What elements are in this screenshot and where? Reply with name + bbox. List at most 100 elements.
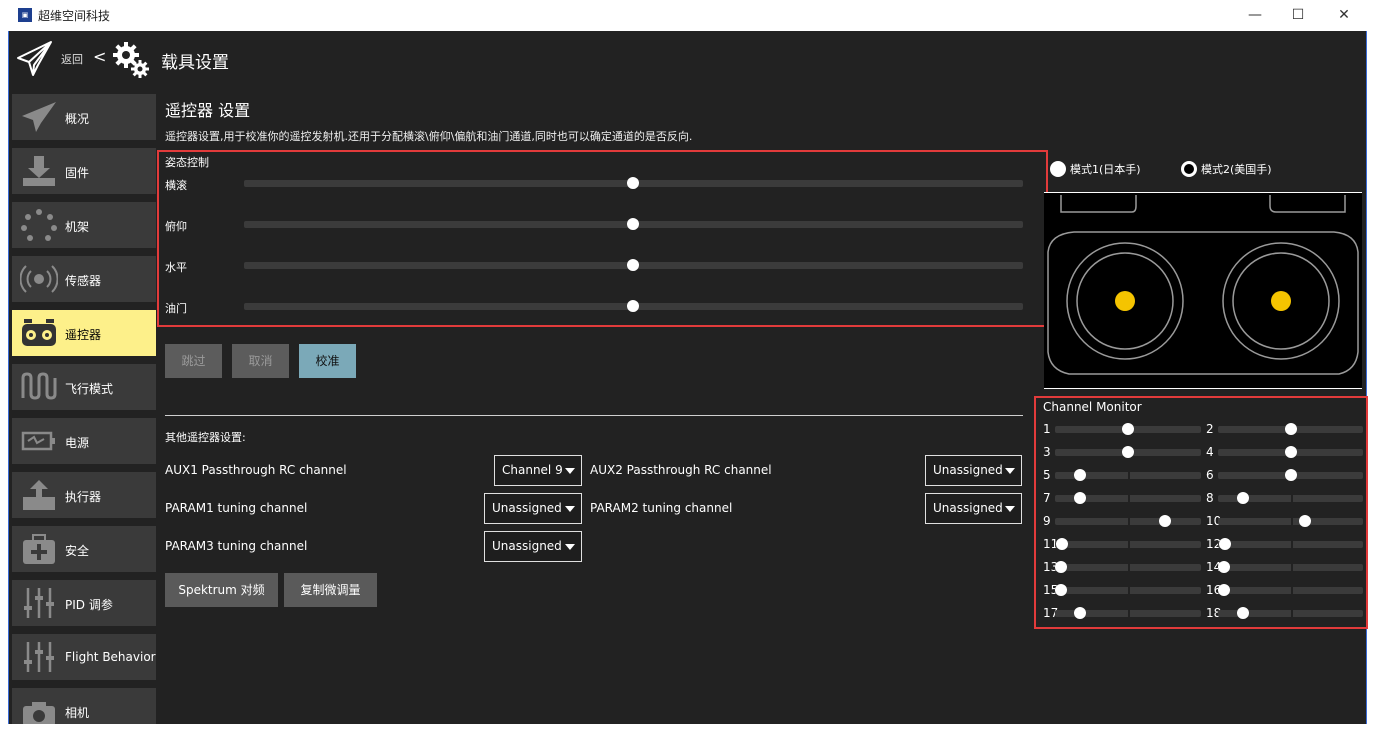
channel-number: 9 (1043, 514, 1051, 528)
chevron-down-icon (565, 506, 575, 512)
window-titlebar: ▣ 超维空间科技 — ☐ ✕ (0, 0, 1375, 31)
param2-label: PARAM2 tuning channel (590, 501, 733, 515)
channel-value-indicator (1284, 469, 1297, 481)
app-window: ▣ 超维空间科技 — ☐ ✕ 返回 < 载具设置 概况 固件 机架 传感器 遥控… (0, 0, 1375, 732)
channel-number: 3 (1043, 445, 1051, 459)
channel-number: 7 (1043, 491, 1051, 505)
sidebar-item-pid-tuning[interactable]: PID 调参 (12, 580, 156, 626)
channel-value-indicator (1217, 584, 1230, 596)
window-title: 超维空间科技 (38, 9, 111, 23)
channel-bar-center-mark (1128, 495, 1130, 502)
param3-label: PARAM3 tuning channel (165, 539, 308, 553)
roll-slider-handle[interactable] (627, 177, 639, 189)
section-divider (165, 415, 1023, 416)
close-button[interactable]: ✕ (1329, 4, 1359, 26)
sidebar-item-actuators[interactable]: 执行器 (12, 472, 156, 518)
throttle-slider-handle[interactable] (627, 300, 639, 312)
channel-bar-center-mark (1290, 541, 1293, 548)
sidebar-item-sensors[interactable]: 传感器 (12, 256, 156, 302)
mode1-label[interactable]: 模式1(日本手) (1070, 161, 1141, 177)
sidebar-item-safety[interactable]: 安全 (12, 526, 156, 572)
channel-value-indicator (1122, 446, 1134, 458)
sidebar-item-power[interactable]: 电源 (12, 418, 156, 464)
calibrate-button[interactable]: 校准 (299, 344, 356, 378)
mode1-radio[interactable] (1050, 161, 1066, 177)
param1-select-value: Unassigned (492, 501, 562, 515)
channel-number: 1 (1043, 422, 1051, 436)
channel-bar-center-mark (1128, 610, 1130, 617)
param2-select[interactable]: Unassigned (925, 493, 1022, 524)
roll-label: 横滚 (165, 179, 187, 192)
mode2-label[interactable]: 模式2(美国手) (1201, 161, 1272, 177)
mode2-radio[interactable] (1181, 161, 1197, 177)
channel-value-indicator (1236, 607, 1249, 619)
channel-value-indicator (1299, 515, 1311, 527)
gear-icon (113, 42, 149, 78)
aux1-select-value: Channel 9 (502, 463, 563, 477)
section-heading: 遥控器 设置 (165, 101, 251, 120)
param1-label: PARAM1 tuning channel (165, 501, 308, 515)
yaw-slider-handle[interactable] (627, 259, 639, 271)
throttle-label: 油门 (165, 302, 187, 315)
pitch-slider-handle[interactable] (627, 218, 639, 230)
aux1-select[interactable]: Channel 9 (494, 455, 582, 486)
sidebar-item-label: 执行器 (65, 490, 102, 504)
cancel-button[interactable]: 取消 (232, 344, 289, 378)
transmitter-image (1044, 192, 1362, 389)
sensor-icon (20, 265, 58, 293)
channel-number: 8 (1206, 491, 1214, 505)
back-plane-icon[interactable] (15, 39, 55, 79)
maximize-button[interactable]: ☐ (1283, 4, 1313, 26)
channel-bar-center-mark (1290, 564, 1293, 571)
channel-monitor-title: Channel Monitor (1043, 400, 1142, 414)
sidebar: 概况 固件 机架 传感器 遥控器 飞行模式 电源 执行器 安全 PID 调参 F… (12, 94, 156, 724)
breadcrumb-separator: < (93, 47, 107, 66)
sidebar-item-label: 遥控器 (65, 328, 102, 342)
sidebar-item-summary[interactable]: 概况 (12, 94, 156, 140)
camera-icon (23, 702, 55, 724)
download-icon (23, 156, 55, 186)
spektrum-bind-button[interactable]: Spektrum 对频 (165, 573, 278, 607)
channel-bar-center-mark (1128, 541, 1130, 548)
remote-icon (22, 319, 56, 346)
channel-bar-center-mark (1128, 564, 1130, 571)
param3-select[interactable]: Unassigned (484, 531, 582, 562)
channel-bar-center-mark (1128, 472, 1130, 479)
skip-button[interactable]: 跳过 (165, 344, 222, 378)
copy-trims-button[interactable]: 复制微调量 (284, 573, 377, 607)
sidebar-item-flight-behavior[interactable]: Flight Behavior (12, 634, 156, 680)
chevron-down-icon (565, 544, 575, 550)
wave-icon (21, 372, 57, 400)
yaw-label: 水平 (165, 261, 187, 274)
aux2-label: AUX2 Passthrough RC channel (590, 463, 772, 477)
right-stick-indicator (1271, 291, 1291, 311)
back-link[interactable]: 返回 (61, 51, 83, 67)
param1-select[interactable]: Unassigned (484, 493, 582, 524)
attitude-highlight-box (157, 150, 1048, 327)
channel-number: 5 (1043, 468, 1051, 482)
channel-bar-center-mark (1290, 518, 1293, 525)
chevron-down-icon (1005, 506, 1015, 512)
sidebar-item-label: 传感器 (65, 274, 102, 288)
sidebar-item-flight-modes[interactable]: 飞行模式 (12, 364, 156, 410)
channel-value-indicator (1236, 492, 1249, 504)
sidebar-item-label: 固件 (65, 166, 90, 180)
other-settings-title: 其他遥控器设置: (165, 431, 246, 444)
attitude-control-title: 姿态控制 (165, 156, 209, 169)
channel-value-indicator (1217, 561, 1230, 573)
minimize-button[interactable]: — (1240, 4, 1270, 26)
sidebar-item-radio[interactable]: 遥控器 (12, 310, 156, 356)
sidebar-item-label: 安全 (65, 544, 90, 558)
sidebar-item-firmware[interactable]: 固件 (12, 148, 156, 194)
channel-value-indicator (1054, 584, 1067, 596)
channel-bar-center-mark (1290, 495, 1293, 502)
sidebar-item-label: 机架 (65, 220, 90, 234)
chevron-down-icon (1005, 468, 1015, 474)
channel-value-indicator (1073, 469, 1086, 481)
aux2-select[interactable]: Unassigned (925, 455, 1022, 486)
sliders-icon (24, 588, 54, 618)
channel-number: 6 (1206, 468, 1214, 482)
sidebar-item-camera[interactable]: 相机 (12, 688, 156, 724)
sidebar-item-airframe[interactable]: 机架 (12, 202, 156, 248)
channel-value-indicator (1122, 423, 1134, 435)
